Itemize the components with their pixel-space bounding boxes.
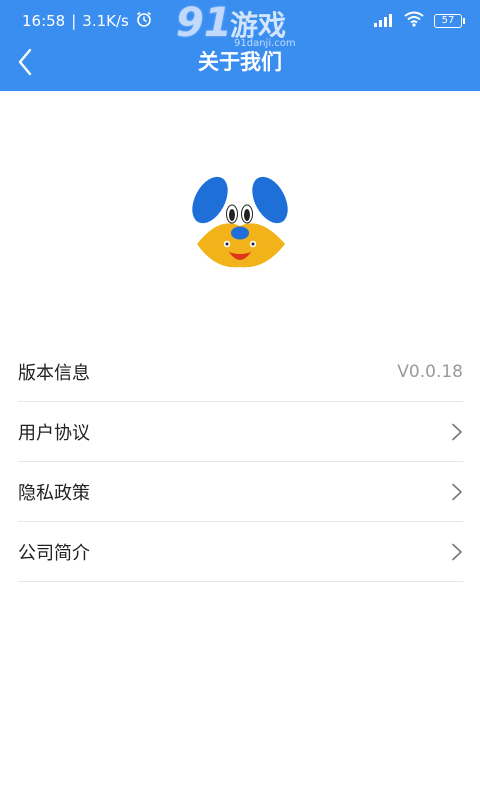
company-profile-label: 公司简介 [18, 542, 90, 564]
page-title: 关于我们 [198, 50, 282, 74]
status-time: 16:58 [22, 12, 66, 30]
version-value: V0.0.18 [397, 361, 463, 382]
battery-level: 57 [441, 15, 455, 26]
status-right: 57 [374, 11, 465, 31]
settings-list: 版本信息 V0.0.18 用户协议 隐私政策 公司简介 [18, 342, 463, 582]
watermark-logo: 91 游戏 91danji.com [176, 0, 308, 49]
wifi-icon [404, 11, 424, 31]
battery-icon: 57 [434, 14, 465, 28]
list-item-user-agreement[interactable]: 用户协议 [18, 402, 463, 462]
watermark-number: 91 [176, 0, 232, 46]
privacy-policy-label: 隐私政策 [18, 482, 90, 504]
user-agreement-label: 用户协议 [18, 422, 90, 444]
chevron-right-icon [452, 483, 462, 500]
list-item-version[interactable]: 版本信息 V0.0.18 [18, 342, 463, 402]
status-network-speed: 3.1K/s [82, 12, 129, 30]
status-left: 16:58 | 3.1K/s [22, 10, 153, 32]
list-item-company-profile[interactable]: 公司简介 [18, 522, 463, 582]
header-bar: 16:58 | 3.1K/s 57 91 游戏 91danji.com 关于我们 [0, 0, 480, 91]
signal-icon [374, 12, 394, 31]
chevron-right-icon [452, 423, 462, 440]
status-separator: | [71, 12, 77, 30]
alarm-icon [135, 10, 153, 32]
app-logo [189, 174, 291, 270]
list-item-privacy-policy[interactable]: 隐私政策 [18, 462, 463, 522]
version-label: 版本信息 [18, 362, 90, 384]
chevron-right-icon [452, 543, 462, 560]
